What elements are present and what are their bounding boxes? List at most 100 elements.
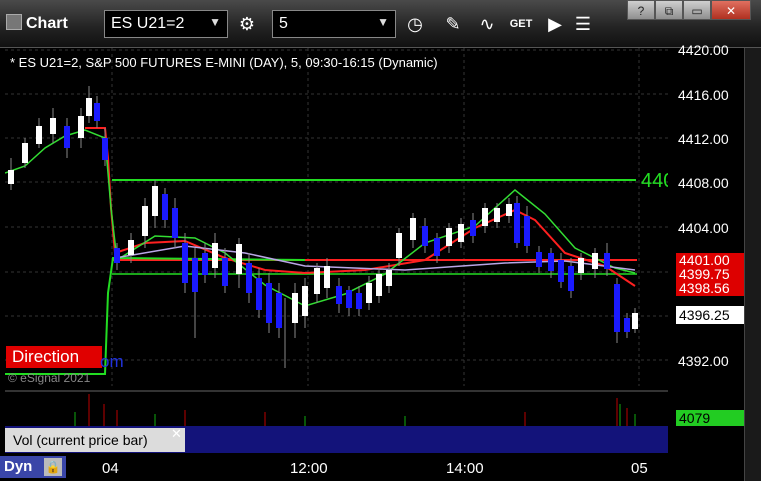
time-tick: 12:00 [290,460,328,477]
candle [386,270,392,286]
candle [396,233,402,258]
candle [142,206,148,236]
candle [202,253,208,275]
candle [506,204,512,216]
price-tick: 4392.00 [678,353,729,369]
candle [22,143,28,163]
candle [446,228,452,246]
candle [172,208,178,238]
price-tick: 4420.00 [678,42,729,58]
candle [314,268,320,294]
close-button[interactable]: ✕ [711,0,751,20]
app-title: Chart [6,14,68,33]
interval-input[interactable]: 5 ▼ [272,10,396,38]
study-icon[interactable]: ∿ [472,10,502,38]
candle [302,286,308,316]
chevron-down-icon[interactable]: ▼ [209,15,221,29]
candle [558,260,564,282]
time-tick: 14:00 [446,460,484,477]
candle [632,313,638,329]
copyright: © eSignal 2021 [8,371,91,385]
candle [604,253,610,269]
candle [256,278,262,310]
candle [470,220,476,236]
candle [356,293,362,309]
price-chart[interactable] [4,48,668,386]
candle [86,98,92,116]
candle [514,203,520,243]
chart-window-icon [6,14,22,30]
window-controls: ? ⧉ ▭ ✕ [627,0,751,22]
price-chart-svg [4,48,668,386]
candle [536,252,542,267]
candle [94,103,100,121]
candle [592,253,598,269]
help-button[interactable]: ? [627,0,655,20]
dyn-button[interactable]: Dyn 🔒 [0,456,66,478]
candle [410,218,416,240]
candle [78,116,84,138]
candle [624,318,630,332]
volume-study-label[interactable]: Vol (current price bar) [5,428,185,452]
chart-header: * ES U21=2, S&P 500 FUTURES E-MINI (DAY)… [10,55,438,70]
candle [578,258,584,273]
candle [292,293,298,323]
menu-icon[interactable]: ☰ [568,10,598,38]
window-right-frame [744,48,761,481]
candle [434,238,440,256]
candle [366,283,372,303]
lock-icon[interactable]: 🔒 [44,458,62,476]
candle [152,186,158,216]
candle [182,243,188,283]
candle [50,118,56,134]
candle [36,126,42,144]
candle [336,286,342,304]
maximize-button[interactable]: ▭ [683,0,711,20]
price-tick: 4404.00 [678,220,729,236]
price-tick: 4408.00 [678,175,729,191]
candle [324,266,330,288]
volume-pane[interactable] [5,390,668,426]
candle [266,283,272,323]
close-icon[interactable]: ✕ [171,426,182,442]
candle [346,290,352,308]
gear-icon[interactable]: ⚙ [232,10,262,38]
candle [376,274,382,296]
title-bar: Chart ES U21=2 ▼ ⚙ 5 ▼ ◷ ✎ ∿ GET ▶ ☰ ? ⧉ ▭… [0,0,761,48]
time-tick: 05 [631,460,648,477]
candle [276,293,282,328]
volume-bars [74,404,636,426]
candle [192,258,198,292]
volume-bars [88,394,628,426]
candle [568,266,574,291]
candle [222,258,228,286]
time-tick: 04 [102,460,119,477]
candle [524,216,530,246]
candle [548,253,554,271]
candle [614,284,620,332]
chevron-down-icon[interactable]: ▼ [377,15,389,29]
candle [212,243,218,268]
candle [236,244,242,274]
candle [494,208,500,222]
grid [5,48,668,386]
candle [8,170,14,184]
candle [458,224,464,242]
get-icon[interactable]: GET [506,10,536,38]
price-tick: 4416.00 [678,87,729,103]
play-icon[interactable]: ▶ [540,10,570,38]
com-fragment: om [100,352,124,371]
pencil-icon[interactable]: ✎ [438,10,468,38]
symbol-input[interactable]: ES U21=2 ▼ [104,10,228,38]
candle [128,240,134,255]
candle [102,138,108,160]
candle [246,263,252,293]
clock-icon[interactable]: ◷ [400,10,430,38]
candle [482,208,488,226]
price-tick: 4412.00 [678,131,729,147]
candle [64,126,70,148]
candle [422,226,428,246]
down-candles [64,103,630,332]
restore-button[interactable]: ⧉ [655,0,683,20]
direction-label: Direction [6,346,102,368]
